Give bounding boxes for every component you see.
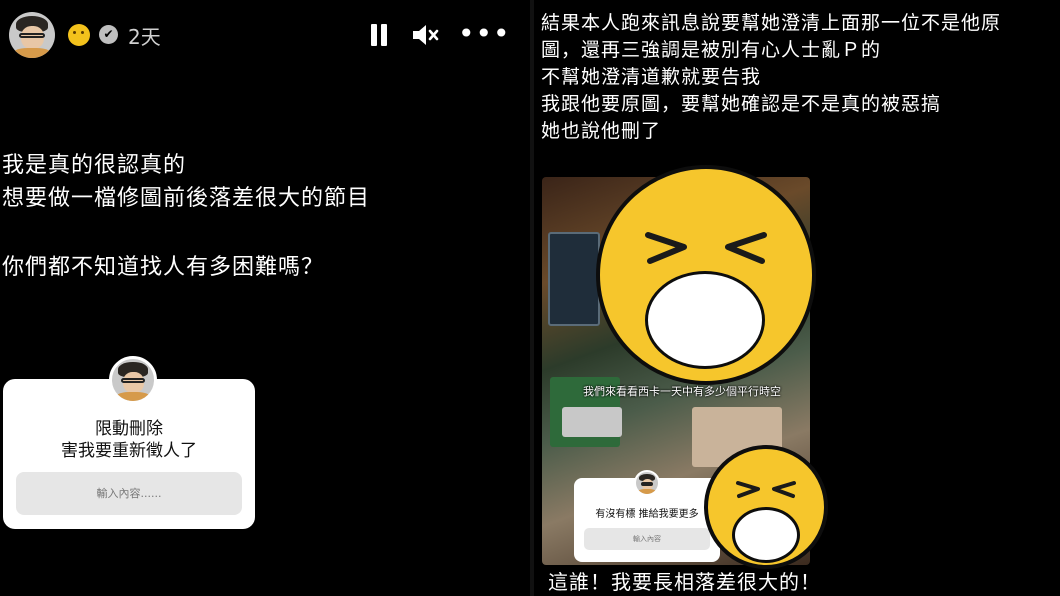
embedded-question-sticker: 有沒有標 推給我要更多 輸入內容 (574, 470, 720, 562)
embedded-sticker-title: 有沒有標 推給我要更多 (595, 509, 699, 520)
post-text-line: 我跟他要原圖，要幫她確認是不是真的被惡搞 (541, 93, 942, 115)
post-text-line: 結果本人跑來訊息說要幫她澄清上面那一位不是他原 (541, 12, 1002, 34)
slot-machine-image (562, 407, 622, 437)
slot-machine-image (548, 232, 600, 326)
avatar[interactable] (9, 12, 55, 58)
post-text-line: 不幫她澄清道歉就要告我 (541, 66, 762, 88)
story-panel: ✔ 2天 ••• 我是真的很認真的 想要做一檔修圖前後落差很大的節目 你們都不知… (0, 0, 530, 596)
question-sticker: 限動刪除 害我要重新徵人了 輸入內容...... (3, 356, 255, 529)
story-text-line: 我是真的很認真的 (2, 153, 187, 178)
embedded-avatar (634, 470, 660, 496)
verified-icon: ✔ (99, 25, 118, 44)
mute-icon[interactable] (411, 22, 441, 48)
thinking-emoji-icon (68, 24, 90, 46)
scream-emoji-icon (596, 165, 816, 385)
mouth-mask (645, 271, 765, 369)
more-icon[interactable]: ••• (458, 20, 510, 48)
story-text-line: 想要做一檔修圖前後落差很大的節目 (2, 186, 371, 211)
post-panel: 結果本人跑來訊息說要幫她澄清上面那一位不是他原 圖，還再三強調是被別有心人士亂Ｐ… (534, 0, 1060, 596)
sticker-answer-input[interactable]: 輸入內容...... (16, 472, 242, 515)
pause-icon[interactable] (369, 24, 389, 46)
story-text-line: 你們都不知道找人有多困難嗎？ (2, 255, 325, 280)
post-text-line: 圖，還再三強調是被別有心人士亂Ｐ的 (541, 39, 882, 61)
scream-emoji-icon (704, 445, 828, 569)
bottom-caption: 這誰！我要長相落差很大的！ (548, 570, 821, 594)
sticker-subtitle: 害我要重新徵人了 (61, 441, 197, 461)
embedded-sticker-input: 輸入內容 (584, 528, 710, 550)
mouth-mask (732, 507, 800, 563)
sticker-avatar (109, 356, 157, 404)
post-text-line: 她也說他刪了 (541, 120, 662, 142)
post-time: 2天 (128, 25, 161, 49)
embedded-caption: 我們來看看西卡一天中有多少個平行時空 (583, 385, 781, 398)
